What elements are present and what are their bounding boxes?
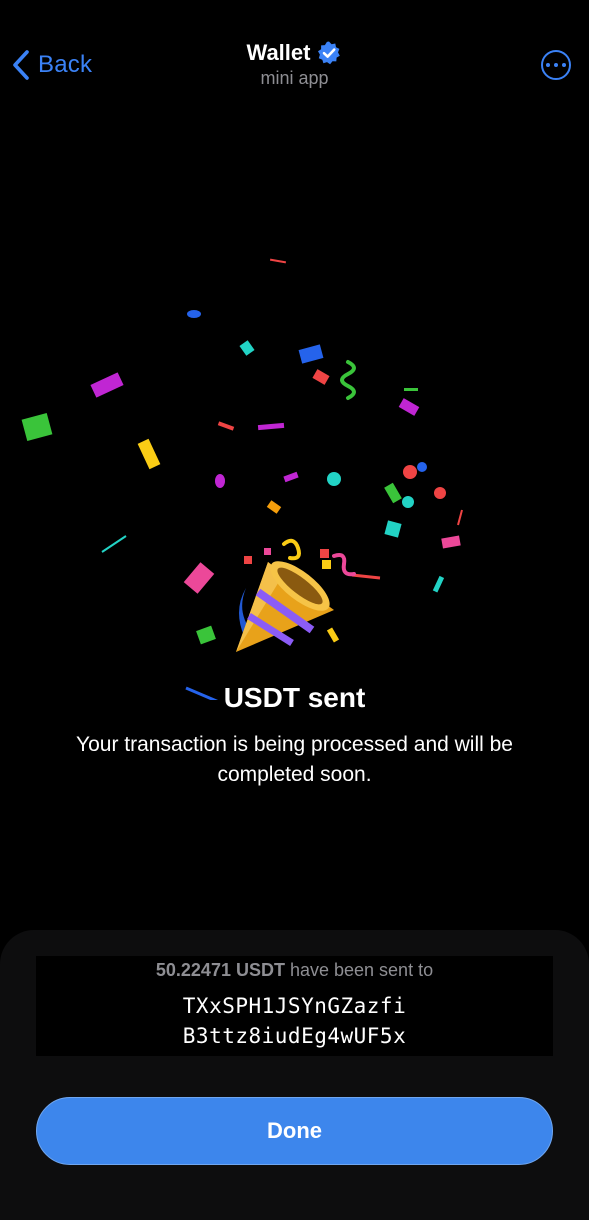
- sent-text: have been sent to: [284, 960, 434, 980]
- verified-badge-icon: [316, 40, 342, 66]
- sent-summary: 50.22471 USDT have been sent to: [36, 960, 553, 981]
- address-line-1: TXxSPH1JSYnGZazfi: [182, 994, 407, 1018]
- party-popper-icon: [236, 561, 334, 652]
- app-title: Wallet: [246, 40, 311, 65]
- confetti-pieces: [21, 258, 463, 700]
- title-block: Wallet mini app: [0, 40, 589, 89]
- address-line-2: B3ttz8iudEg4wUF5x: [182, 1024, 407, 1048]
- header: Back Wallet mini app: [0, 0, 589, 110]
- app-subtitle: mini app: [260, 68, 329, 88]
- status-description: Your transaction is being processed and …: [76, 733, 513, 786]
- sent-amount: 50.22471 USDT: [155, 960, 285, 980]
- recipient-address: TXxSPH1JSYnGZazfi B3ttz8iudEg4wUF5x: [36, 991, 553, 1051]
- transfer-summary: 50.22471 USDT have been sent to TXxSPH1J…: [36, 956, 553, 1056]
- done-button[interactable]: Done: [36, 1097, 553, 1165]
- status-headline: USDT sent: [223, 682, 366, 713]
- confetti-animation: [21, 258, 463, 700]
- more-options-icon[interactable]: [541, 50, 571, 80]
